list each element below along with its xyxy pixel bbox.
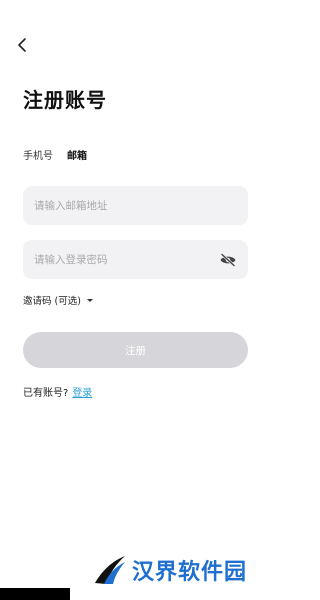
- login-prompt: 已有账号? 登录: [23, 384, 92, 399]
- password-input[interactable]: [34, 253, 215, 266]
- tab-phone[interactable]: 手机号: [23, 150, 53, 164]
- watermark-logo: [95, 556, 125, 584]
- email-input[interactable]: [34, 199, 237, 212]
- back-button[interactable]: [12, 34, 32, 56]
- watermark-text: 汉界软件园: [132, 560, 248, 585]
- password-visibility-toggle[interactable]: [219, 252, 237, 267]
- email-field: [23, 186, 248, 225]
- password-field: [23, 240, 248, 279]
- register-screen: 注册账号 手机号 邮箱 邀请码 (可选) 注册 已有账号? 登录 汉界: [0, 0, 270, 600]
- eye-off-icon: [220, 252, 236, 267]
- caret-down-icon: [86, 298, 93, 302]
- register-button[interactable]: 注册: [23, 332, 248, 368]
- tab-email[interactable]: 邮箱: [67, 150, 87, 164]
- login-prompt-text: 已有账号?: [23, 388, 69, 399]
- invite-code-label: 邀请码 (可选): [23, 296, 81, 307]
- login-link[interactable]: 登录: [72, 384, 92, 399]
- invite-code-toggle[interactable]: 邀请码 (可选): [23, 293, 93, 307]
- bottom-bar: [0, 588, 70, 600]
- watermark: 汉界软件园: [92, 553, 247, 587]
- login-method-tabs: 手机号 邮箱: [23, 150, 87, 164]
- page-title: 注册账号: [23, 88, 107, 112]
- chevron-left-icon: [18, 38, 26, 52]
